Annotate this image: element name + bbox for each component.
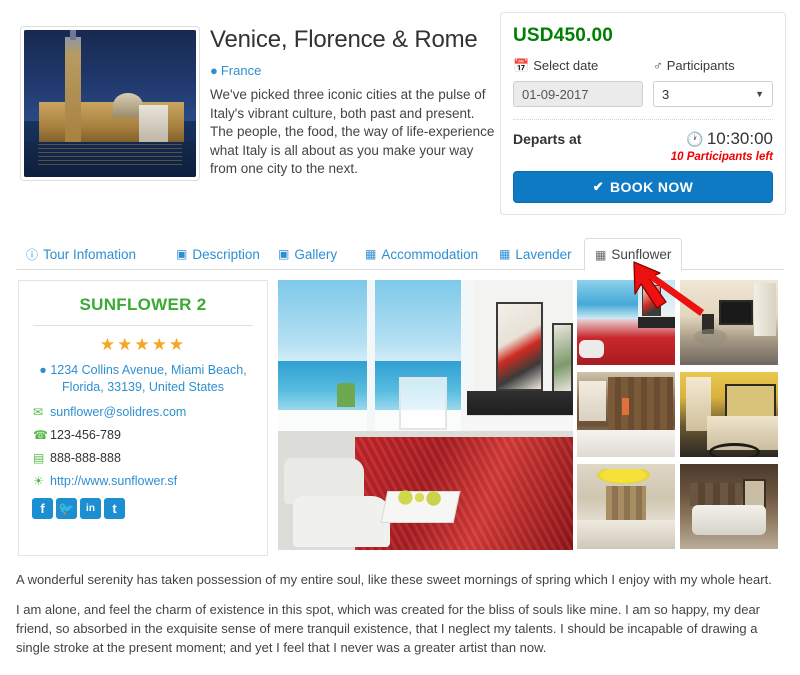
tour-header: Venice, Florence & Rome ● France We've pi…: [0, 0, 800, 228]
tour-location: ● France: [210, 63, 261, 78]
tab-tour-infomation[interactable]: ⓘ Tour Infomation: [16, 238, 146, 270]
tab-description[interactable]: ▣ Description: [166, 238, 270, 270]
linkedin-icon[interactable]: in: [80, 498, 101, 519]
map-marker-icon: ●: [39, 363, 47, 377]
price-value: USD450.00: [513, 25, 614, 46]
hotel-phone-row: ☎ 123-456-789: [29, 428, 257, 442]
star-rating: ★★★★★: [29, 335, 257, 355]
tour-description: We've picked three iconic cities at the …: [210, 87, 495, 176]
map-marker-icon: ●: [210, 63, 218, 78]
tour-photo: [20, 26, 200, 181]
divider: [513, 119, 773, 120]
gallery-thumb-5[interactable]: [577, 464, 675, 549]
envelope-icon: ✉: [33, 405, 44, 419]
phone-icon: ☎: [33, 428, 48, 442]
body-paragraph-2: I am alone, and feel the charm of existe…: [16, 602, 761, 655]
tab-bar: ⓘ Tour Infomation ▣ Description ▣ Galler…: [16, 238, 784, 271]
tour-title: Venice, Florence & Rome: [210, 26, 478, 53]
gallery-thumb-4[interactable]: [680, 372, 778, 457]
building-icon: ▦: [365, 247, 377, 261]
tumblr-icon[interactable]: t: [104, 498, 125, 519]
sunflower-tab-panel: SUNFLOWER 2 ★★★★★ ● 1234 Collins Avenue,…: [16, 278, 784, 560]
departs-label: Departs at: [513, 131, 582, 147]
departs-row: Departs at 🕐 10:30:00: [513, 129, 773, 149]
hotel-fax: 888-888-888: [50, 451, 121, 465]
tour-detail-page: Venice, Florence & Rome ● France We've pi…: [0, 0, 800, 675]
gallery-thumb-3[interactable]: [577, 372, 675, 457]
participants-select[interactable]: 3 ▼: [653, 81, 773, 107]
tab-lavender[interactable]: ▦ Lavender: [489, 238, 582, 270]
hotel-website-row[interactable]: ☀ http://www.sunflower.sf: [29, 474, 257, 488]
clock-icon: 🕐: [686, 131, 704, 147]
chevron-down-icon: ▼: [755, 89, 764, 99]
gallery-thumb-1[interactable]: [577, 280, 675, 365]
star-icon: ★: [117, 335, 135, 354]
list-alt-icon: ▣: [176, 247, 188, 261]
star-icon: ★: [168, 335, 187, 354]
building-icon: ▦: [595, 247, 607, 262]
facebook-icon[interactable]: f: [32, 498, 53, 519]
star-icon: ★: [151, 335, 169, 354]
twitter-icon[interactable]: 🐦: [56, 498, 77, 519]
gallery-main-image[interactable]: [278, 280, 573, 550]
participants-selected-value: 3: [662, 86, 670, 102]
hotel-info-card: SUNFLOWER 2 ★★★★★ ● 1234 Collins Avenue,…: [18, 280, 268, 556]
body-paragraph-1: A wonderful serenity has taken possessio…: [16, 572, 772, 587]
tab-gallery[interactable]: ▣ Gallery: [268, 238, 347, 270]
tour-location-label: France: [220, 63, 262, 78]
date-input[interactable]: 01-09-2017: [513, 81, 643, 107]
social-links: f 🐦 in t: [29, 498, 257, 519]
building-icon: ▦: [499, 247, 511, 261]
select-date-label: 📅 Select date: [513, 58, 599, 73]
star-icon: ★: [99, 335, 118, 354]
person-icon: ♂: [653, 58, 663, 73]
hotel-fax-row: ▤ 888-888-888: [29, 451, 257, 465]
hotel-address-text: 1234 Collins Avenue, Miami Beach, Florid…: [50, 363, 247, 394]
fax-icon: ▤: [33, 451, 45, 465]
tab-sunflower[interactable]: ▦ Sunflower: [584, 238, 683, 271]
hotel-email: sunflower@solidres.com: [50, 405, 187, 419]
book-now-button[interactable]: ✔ BOOK NOW: [513, 171, 773, 203]
hotel-name: SUNFLOWER 2: [79, 295, 207, 314]
hotel-address: ● 1234 Collins Avenue, Miami Beach, Flor…: [29, 362, 257, 396]
globe-icon: ☀: [33, 474, 44, 488]
hotel-website: http://www.sunflower.sf: [50, 474, 178, 488]
star-icon: ★: [134, 335, 152, 354]
divider: [33, 325, 253, 326]
calendar-icon: 📅: [513, 58, 530, 73]
departs-time: 🕐 10:30:00: [686, 129, 773, 148]
hotel-email-row[interactable]: ✉ sunflower@solidres.com: [29, 405, 257, 419]
participants-label: ♂ Participants: [653, 58, 735, 73]
body-text: A wonderful serenity has taken possessio…: [16, 570, 786, 668]
gallery-thumb-2[interactable]: [680, 280, 778, 365]
gallery-thumb-6[interactable]: [680, 464, 778, 549]
participants-left-note: 10 Participants left: [670, 151, 773, 163]
booking-panel: USD450.00 📅 Select date ♂ Participants 01-…: [500, 12, 786, 215]
hotel-phone: 123-456-789: [50, 428, 121, 442]
check-icon: ✔: [592, 179, 604, 194]
book-now-label: BOOK NOW: [609, 179, 694, 195]
photo-icon: ▣: [278, 247, 290, 261]
gallery-thumbnails: [577, 280, 784, 550]
info-circle-icon: ⓘ: [26, 247, 39, 262]
venice-photo-image: [24, 30, 196, 177]
tab-accommodation[interactable]: ▦ Accommodation: [355, 238, 488, 270]
